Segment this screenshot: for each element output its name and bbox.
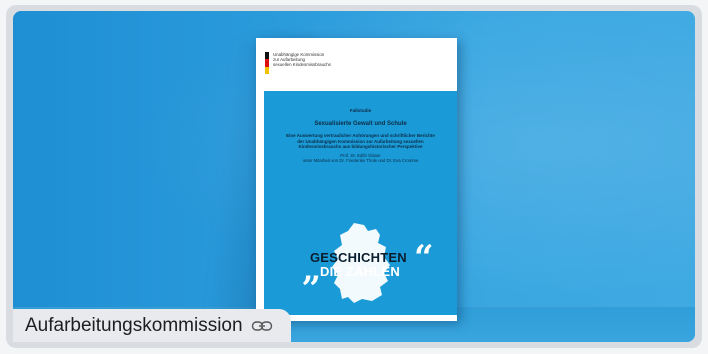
booklet-title: Sexualisierte Gewalt und Schule bbox=[314, 121, 407, 127]
link-preview-card[interactable]: Unabhängige Kommission zur Aufarbeitung … bbox=[6, 5, 702, 348]
slogan-line-1: GESCHICHTEN bbox=[310, 250, 407, 265]
flag-icon bbox=[265, 52, 269, 74]
quote-close-icon: “ bbox=[414, 238, 434, 278]
coauthor-line: unter Mitarbeit von Dr. Friederike Thole… bbox=[302, 158, 419, 164]
series-label: Fallstudie bbox=[349, 108, 372, 113]
preview-image[interactable]: Unabhängige Kommission zur Aufarbeitung … bbox=[13, 11, 695, 342]
slogan: GESCHICHTEN DIE ZÄHLEN bbox=[310, 251, 407, 279]
commission-logo: Unabhängige Kommission zur Aufarbeitung … bbox=[265, 52, 353, 74]
source-caption[interactable]: Aufarbeitungskommission bbox=[13, 309, 291, 342]
logo-text: Unabhängige Kommission zur Aufarbeitung … bbox=[273, 52, 331, 67]
slogan-line-2: DIE ZÄHLEN bbox=[320, 264, 400, 279]
booklet-subtitle: Eine Auswertung vertraulicher Anhörungen… bbox=[286, 133, 435, 150]
link-icon[interactable] bbox=[251, 319, 273, 333]
booklet-cover: Unabhängige Kommission zur Aufarbeitung … bbox=[256, 38, 457, 321]
source-label[interactable]: Aufarbeitungskommission bbox=[25, 315, 243, 337]
cover-panel: Fallstudie Sexualisierte Gewalt und Schu… bbox=[264, 91, 457, 315]
